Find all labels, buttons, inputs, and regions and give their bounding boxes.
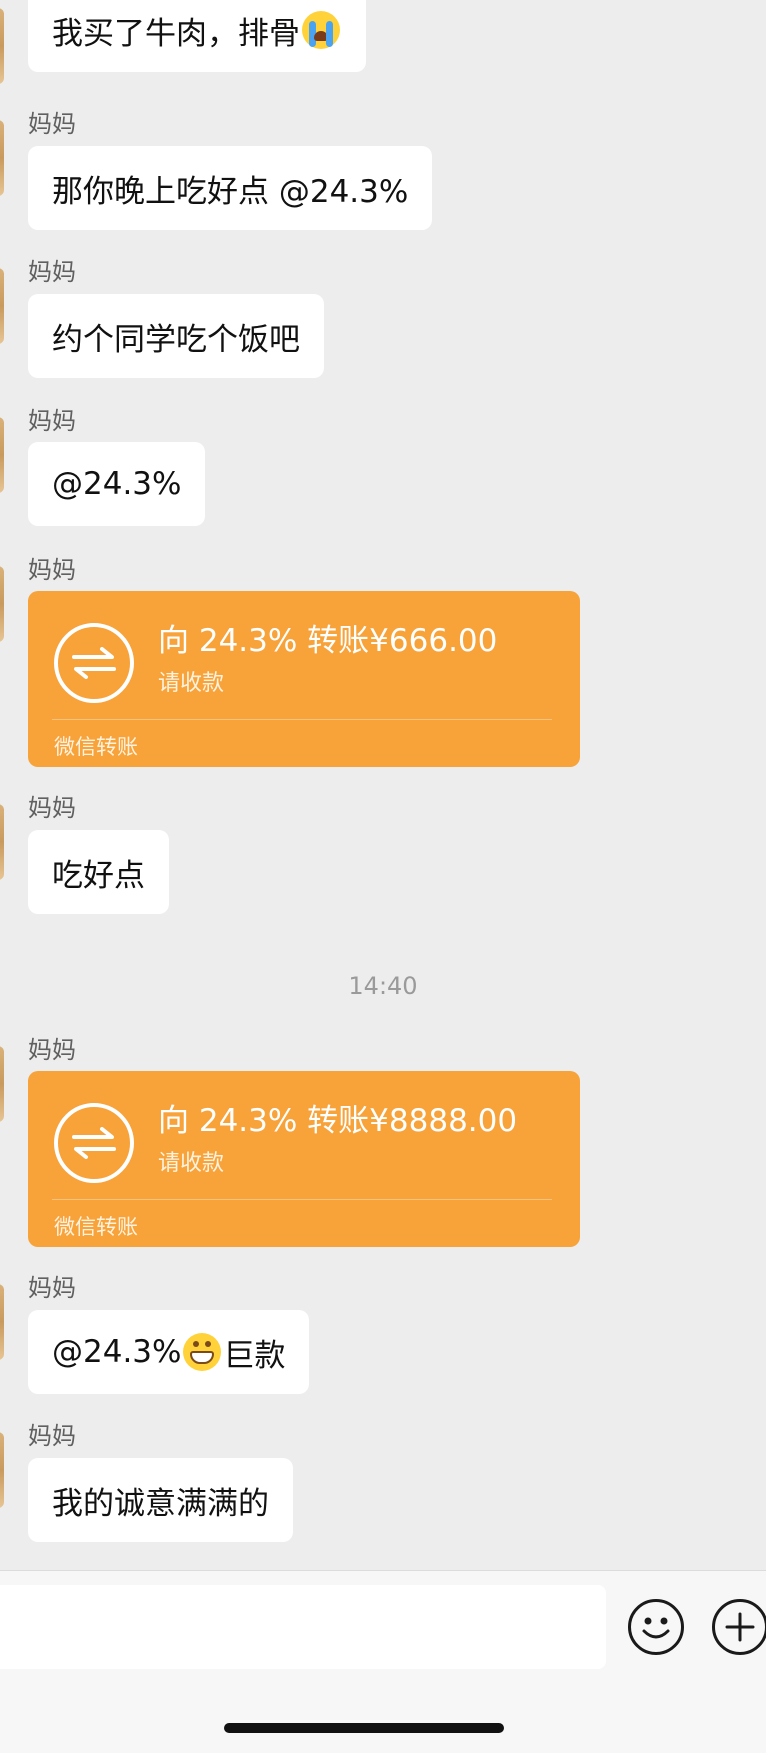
divider: [52, 1199, 552, 1200]
grinning-face-icon: [183, 1333, 222, 1371]
transfer-icon: [54, 1103, 134, 1183]
avatar[interactable]: [0, 1432, 4, 1508]
message-text: 那你晚上吃好点 @24.3%: [52, 173, 409, 210]
sender-name: 妈妈: [28, 407, 76, 435]
avatar[interactable]: [0, 566, 4, 642]
sender-name: 妈妈: [28, 556, 76, 584]
transfer-card[interactable]: 向 24.3% 转账¥666.00 请收款 微信转账: [28, 591, 580, 767]
transfer-amount: 向 24.3% 转账¥8888.00: [158, 1103, 518, 1139]
message-bubble[interactable]: 我买了牛肉，排骨: [28, 0, 366, 72]
message-bubble[interactable]: 吃好点: [28, 830, 169, 914]
message-text: @24.3%: [52, 1334, 182, 1370]
transfer-amount: 向 24.3% 转账¥666.00: [158, 623, 498, 659]
chat-area: 我买了牛肉，排骨 妈妈 那你晚上吃好点 @24.3% 妈妈 约个同学吃个饭吧 妈…: [0, 0, 766, 1570]
divider: [52, 719, 552, 720]
sender-name: 妈妈: [28, 1422, 76, 1450]
message-text: 我的诚意满满的: [52, 1485, 269, 1522]
message-bubble[interactable]: 我的诚意满满的: [28, 1458, 293, 1542]
sender-name: 妈妈: [28, 794, 76, 822]
home-indicator[interactable]: [224, 1723, 504, 1733]
avatar[interactable]: [0, 804, 4, 880]
sender-name: 妈妈: [28, 110, 76, 138]
avatar[interactable]: [0, 8, 4, 84]
avatar[interactable]: [0, 120, 4, 196]
message-input[interactable]: [0, 1585, 606, 1669]
avatar[interactable]: [0, 1284, 4, 1360]
smile-icon[interactable]: [628, 1599, 684, 1655]
avatar[interactable]: [0, 1046, 4, 1122]
transfer-status: 请收款: [158, 671, 225, 696]
loudly-crying-face-icon: [302, 11, 340, 49]
sender-name: 妈妈: [28, 1036, 76, 1064]
transfer-card[interactable]: 向 24.3% 转账¥8888.00 请收款 微信转账: [28, 1071, 580, 1247]
message-text: 吃好点: [52, 857, 145, 894]
message-bubble[interactable]: @24.3%: [28, 442, 206, 526]
message-bubble[interactable]: 那你晚上吃好点 @24.3%: [28, 146, 433, 230]
timestamp: 14:40: [348, 972, 418, 1000]
avatar[interactable]: [0, 417, 4, 493]
transfer-icon: [54, 623, 134, 703]
avatar[interactable]: [0, 268, 4, 344]
message-text: @24.3%: [52, 466, 182, 502]
transfer-label: 微信转账: [54, 735, 138, 759]
message-bubble[interactable]: 约个同学吃个饭吧: [28, 294, 324, 378]
message-text: 约个同学吃个饭吧: [52, 321, 300, 358]
message-bubble[interactable]: @24.3% 巨款: [28, 1310, 310, 1394]
plus-icon[interactable]: [712, 1599, 766, 1655]
transfer-status: 请收款: [158, 1151, 225, 1176]
sender-name: 妈妈: [28, 258, 76, 286]
message-text: 我买了牛肉，排骨: [52, 15, 300, 52]
message-text: 巨款: [223, 1337, 286, 1374]
sender-name: 妈妈: [28, 1274, 76, 1302]
transfer-label: 微信转账: [54, 1215, 138, 1239]
